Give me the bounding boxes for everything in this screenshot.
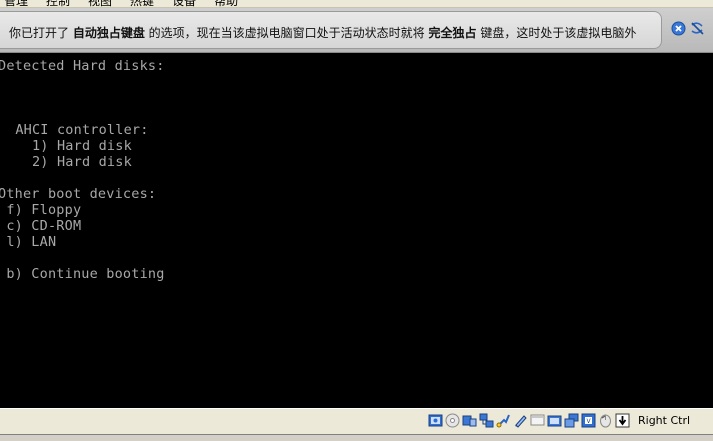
- notification-bold-2: 完全独占: [428, 26, 477, 40]
- console-line-continue-booting: b) Continue booting: [0, 266, 165, 282]
- display-icon[interactable]: [530, 413, 545, 428]
- console-line-floppy: f) Floppy: [0, 202, 82, 218]
- status-bar: V Right Ctrl: [0, 408, 713, 434]
- notification-bubble: 你已打开了 自动独占键盘 的选项，现在当该虚拟电脑窗口处于活动状态时就将 完全独…: [0, 11, 662, 49]
- console-line-hard-disk-1: 1) Hard disk: [7, 138, 132, 154]
- optical-drive-icon[interactable]: [445, 413, 460, 428]
- menu-item-machine[interactable]: 管理: [4, 0, 28, 7]
- menu-item-help[interactable]: 帮助: [214, 0, 238, 7]
- audio-icon[interactable]: [462, 413, 477, 428]
- usb-icon[interactable]: [496, 413, 511, 428]
- console-line-detected-hard-disks: Detected Hard disks:: [0, 58, 165, 74]
- console-line-other-boot-devices: Other boot devices:: [0, 186, 157, 202]
- menu-bar: 管理 控制 视图 热键 设备 帮助: [0, 0, 713, 8]
- do-not-show-again-icon[interactable]: [690, 21, 705, 36]
- notification-bold-1: 自动独占键盘: [72, 26, 145, 40]
- notification-text-1: 你已打开了: [9, 26, 73, 40]
- video-acceleration-icon[interactable]: V: [581, 413, 596, 428]
- notification-text-3: 键盘，这时处于该虚拟电脑外: [476, 26, 637, 40]
- mouse-integration-icon[interactable]: [598, 413, 613, 428]
- hard-disk-icon[interactable]: [428, 413, 443, 428]
- menu-item-view[interactable]: 视图: [88, 0, 112, 7]
- video-capture-icon[interactable]: [547, 413, 562, 428]
- notification-text-2: 的选项，现在当该虚拟电脑窗口处于活动状态时就将: [144, 26, 429, 40]
- virtualbox-vm-window: 管理 控制 视图 热键 设备 帮助 你已打开了 自动独占键盘 的选项，现在当该虚…: [0, 0, 713, 441]
- window-bottom-edge: [0, 434, 713, 441]
- device-indicator-tray: V: [428, 413, 630, 428]
- menu-item-devices[interactable]: 设备: [172, 0, 196, 7]
- network-icon[interactable]: [479, 413, 494, 428]
- virtualization-icon[interactable]: [564, 413, 579, 428]
- keyboard-capture-notification: 你已打开了 自动独占键盘 的选项，现在当该虚拟电脑窗口处于活动状态时就将 完全独…: [0, 8, 713, 53]
- menu-item-hotkeys[interactable]: 热键: [130, 0, 154, 7]
- vm-console-screen[interactable]: Detected Hard disks: AHCI controller: 1)…: [0, 54, 713, 408]
- host-key-arrow-icon[interactable]: [615, 413, 630, 428]
- console-line-lan: l) LAN: [0, 234, 57, 250]
- console-line-ahci-controller: AHCI controller:: [7, 122, 149, 138]
- close-icon[interactable]: [671, 21, 686, 36]
- notification-message: 你已打开了 自动独占键盘 的选项，现在当该虚拟电脑窗口处于活动状态时就将 完全独…: [9, 24, 636, 41]
- host-key-label: Right Ctrl: [638, 414, 691, 427]
- menu-item-control[interactable]: 控制: [46, 0, 70, 7]
- console-line-hard-disk-2: 2) Hard disk: [7, 154, 132, 170]
- shared-folders-icon[interactable]: [513, 413, 528, 428]
- console-line-cd-rom: c) CD-ROM: [0, 218, 82, 234]
